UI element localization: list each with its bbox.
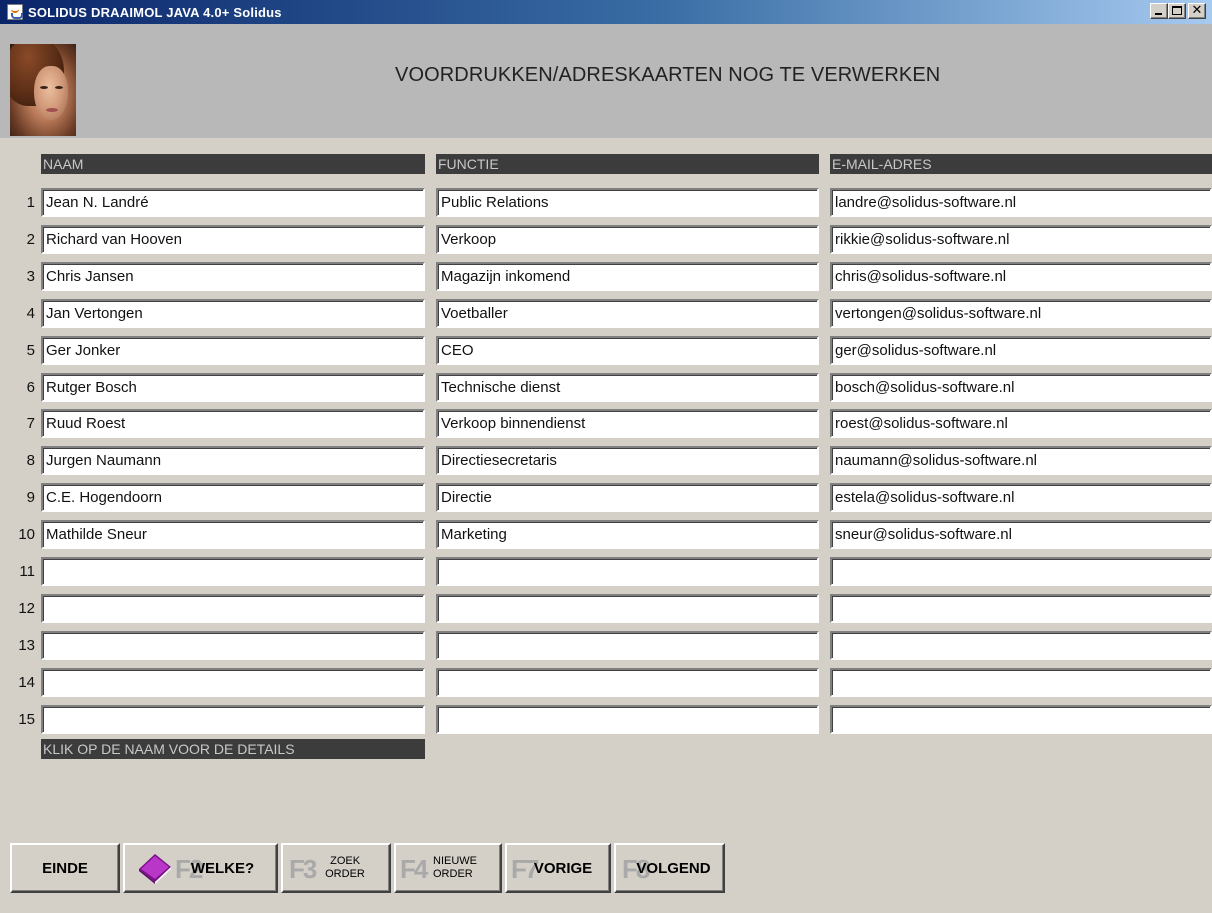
minimize-button[interactable] <box>1150 3 1168 19</box>
maximize-button[interactable] <box>1168 3 1186 19</box>
name-field[interactable]: Richard van Hooven <box>41 225 425 254</box>
row-number: 10 <box>18 526 35 543</box>
einde-button[interactable]: EINDE <box>10 843 120 893</box>
name-field[interactable] <box>41 557 425 586</box>
name-field[interactable]: Ger Jonker <box>41 336 425 365</box>
name-field[interactable] <box>41 705 425 734</box>
function-field[interactable]: Public Relations <box>436 188 819 217</box>
zoek-order-button[interactable]: F3 ZOEK ORDER <box>281 843 391 893</box>
function-field[interactable]: Verkoop binnendienst <box>436 409 819 438</box>
email-field[interactable]: chris@solidus-software.nl <box>830 262 1212 291</box>
function-field[interactable]: Directiesecretaris <box>436 446 819 475</box>
function-field[interactable]: Voetballer <box>436 299 819 328</box>
email-field[interactable] <box>830 557 1212 586</box>
avatar <box>10 44 76 136</box>
java-app-icon <box>7 4 23 20</box>
nieuwe-line1: NIEUWE <box>433 855 477 867</box>
function-field[interactable] <box>436 705 819 734</box>
f3-key-label: F3 <box>289 854 317 884</box>
email-field[interactable]: roest@solidus-software.nl <box>830 409 1212 438</box>
name-field[interactable]: Mathilde Sneur <box>41 520 425 549</box>
details-hint: KLIK OP DE NAAM VOOR DE DETAILS <box>41 739 425 759</box>
row-number: 15 <box>18 711 35 728</box>
email-field[interactable] <box>830 705 1212 734</box>
vorige-button[interactable]: F7 VORIGE <box>505 843 611 893</box>
email-field[interactable]: landre@solidus-software.nl <box>830 188 1212 217</box>
name-field[interactable] <box>41 668 425 697</box>
row-number: 12 <box>18 600 35 617</box>
function-field[interactable]: Verkoop <box>436 225 819 254</box>
function-field[interactable] <box>436 668 819 697</box>
maximize-icon <box>1172 6 1182 15</box>
name-field[interactable]: Jurgen Naumann <box>41 446 425 475</box>
row-number: 9 <box>26 489 35 506</box>
welke-label: WELKE? <box>190 859 255 877</box>
einde-label: EINDE <box>42 859 88 877</box>
volgend-label: VOLGEND <box>636 859 711 877</box>
name-field[interactable]: Jean N. Landré <box>41 188 425 217</box>
email-field[interactable]: sneur@solidus-software.nl <box>830 520 1212 549</box>
function-field[interactable]: Technische dienst <box>436 373 819 402</box>
function-field[interactable]: Directie <box>436 483 819 512</box>
volgend-button[interactable]: F8 VOLGEND <box>614 843 725 893</box>
zoek-line2: ORDER <box>325 868 365 880</box>
email-field[interactable]: ger@solidus-software.nl <box>830 336 1212 365</box>
function-field[interactable]: Magazijn inkomend <box>436 262 819 291</box>
window-controls: ✕ <box>1150 3 1206 19</box>
name-field[interactable]: Rutger Bosch <box>41 373 425 402</box>
name-field[interactable] <box>41 631 425 660</box>
row-number: 11 <box>19 563 35 580</box>
name-field[interactable]: Ruud Roest <box>41 409 425 438</box>
column-header-name: NAAM <box>41 154 425 174</box>
welke-button[interactable]: F2 WELKE? <box>123 843 278 893</box>
book-icon <box>139 854 171 884</box>
function-field[interactable] <box>436 594 819 623</box>
column-header-email: E-MAIL-ADRES <box>830 154 1212 174</box>
email-field[interactable]: naumann@solidus-software.nl <box>830 446 1212 475</box>
email-field[interactable]: rikkie@solidus-software.nl <box>830 225 1212 254</box>
nieuwe-line2: ORDER <box>433 868 473 880</box>
function-field[interactable] <box>436 631 819 660</box>
name-field[interactable]: C.E. Hogendoorn <box>41 483 425 512</box>
function-field[interactable]: Marketing <box>436 520 819 549</box>
row-number: 8 <box>26 452 35 469</box>
column-header-function: FUNCTIE <box>436 154 819 174</box>
zoek-order-label: ZOEK ORDER <box>325 855 365 881</box>
email-field[interactable] <box>830 631 1212 660</box>
title-bar: SOLIDUS DRAAIMOL JAVA 4.0+ Solidus ✕ <box>0 0 1212 24</box>
function-field[interactable] <box>436 557 819 586</box>
minimize-icon <box>1155 13 1162 15</box>
window-title: SOLIDUS DRAAIMOL JAVA 4.0+ Solidus <box>28 4 282 20</box>
email-field[interactable]: vertongen@solidus-software.nl <box>830 299 1212 328</box>
name-field[interactable] <box>41 594 425 623</box>
zoek-line1: ZOEK <box>330 855 361 867</box>
nieuwe-order-button[interactable]: F4 NIEUWE ORDER <box>394 843 502 893</box>
close-button[interactable]: ✕ <box>1188 3 1206 19</box>
row-number: 3 <box>26 268 35 285</box>
function-field[interactable]: CEO <box>436 336 819 365</box>
row-number: 4 <box>26 305 35 322</box>
row-number: 2 <box>26 231 35 248</box>
close-icon: ✕ <box>1191 3 1203 18</box>
email-field[interactable]: estela@solidus-software.nl <box>830 483 1212 512</box>
row-number: 5 <box>26 342 35 359</box>
page-title: VOORDRUKKEN/ADRESKAARTEN NOG TE VERWERKE… <box>395 64 941 86</box>
email-field[interactable] <box>830 668 1212 697</box>
vorige-label: VORIGE <box>533 859 593 877</box>
row-number: 13 <box>18 637 35 654</box>
row-number: 7 <box>26 415 35 432</box>
row-number: 6 <box>26 379 35 396</box>
email-field[interactable] <box>830 594 1212 623</box>
email-field[interactable]: bosch@solidus-software.nl <box>830 373 1212 402</box>
name-field[interactable]: Chris Jansen <box>41 262 425 291</box>
row-number: 14 <box>18 674 35 691</box>
nieuwe-order-label: NIEUWE ORDER <box>433 855 477 881</box>
row-number: 1 <box>26 194 35 211</box>
f4-key-label: F4 <box>400 854 428 884</box>
name-field[interactable]: Jan Vertongen <box>41 299 425 328</box>
